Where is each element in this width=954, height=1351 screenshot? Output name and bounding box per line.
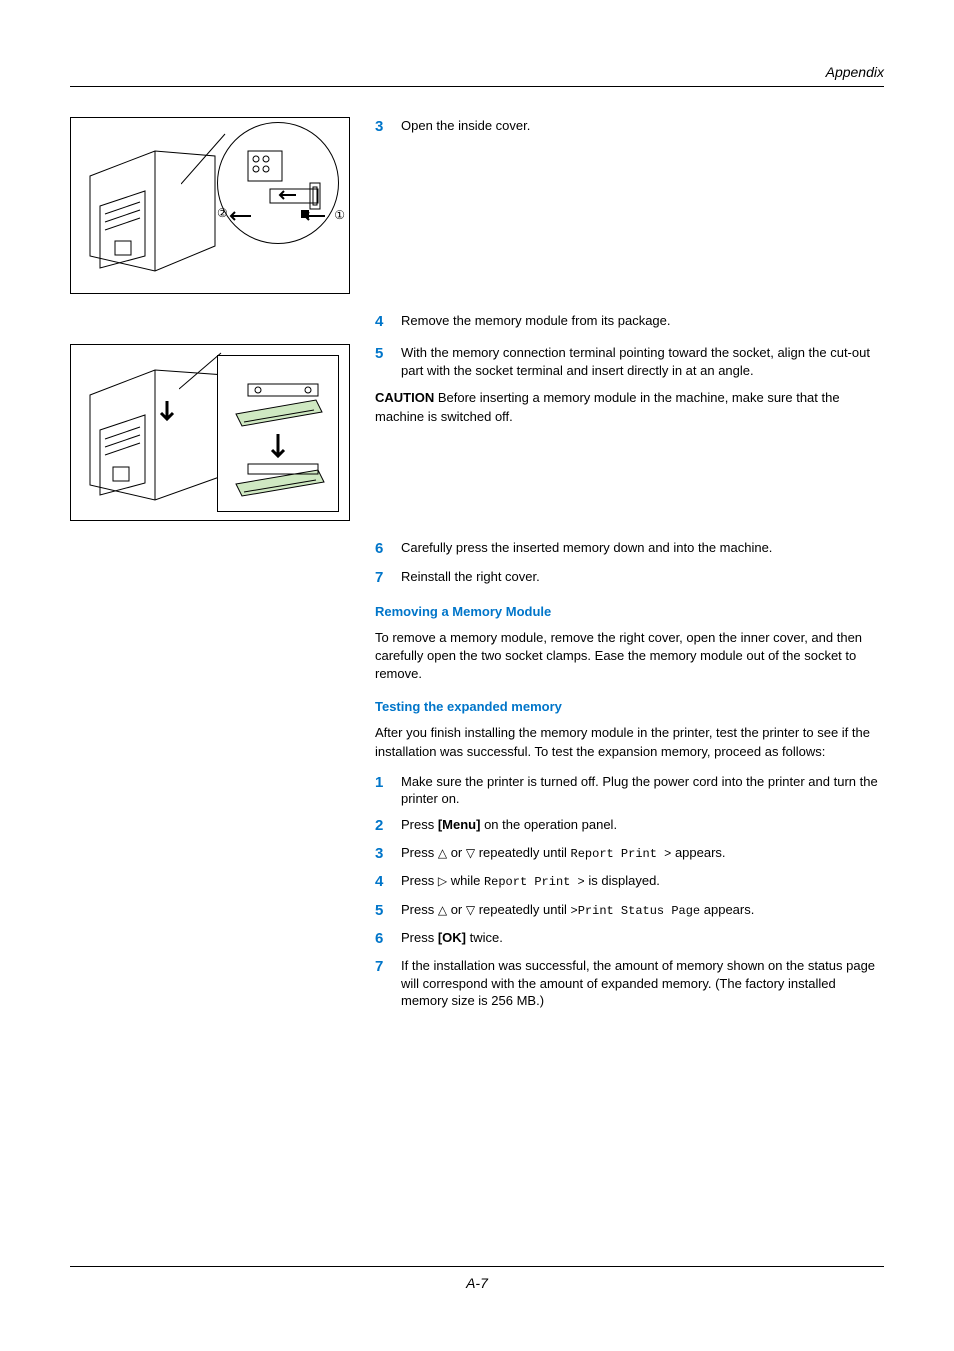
figure-inset-box <box>217 355 339 512</box>
t5c: repeatedly until <box>475 902 570 917</box>
step-number-5: 5 <box>375 344 401 364</box>
t5a: Press <box>401 902 438 917</box>
test-step-number-2: 2 <box>375 816 401 836</box>
header-section-title: Appendix <box>826 64 884 80</box>
t6b: twice. <box>466 930 503 945</box>
step-5: 5 With the memory connection terminal po… <box>375 344 884 379</box>
figure-insert-memory <box>70 344 350 521</box>
test-step-number-1: 1 <box>375 773 401 793</box>
step-4: 4 Remove the memory module from its pack… <box>375 312 884 332</box>
step-text-3: Open the inside cover. <box>401 117 884 135</box>
test-step-number-3: 3 <box>375 844 401 864</box>
block-step5: 5 With the memory connection terminal po… <box>70 344 884 521</box>
para-testing-intro: After you finish installing the memory m… <box>375 724 884 760</box>
test-step-text-1: Make sure the printer is turned off. Plu… <box>401 773 884 808</box>
code-report-print: Report Print > <box>571 847 672 861</box>
step-number-6: 6 <box>375 539 401 559</box>
latch-marker-icon <box>301 210 309 218</box>
t4a: Press <box>401 873 438 888</box>
arrow-down-icon <box>157 399 177 427</box>
block-step6-7: 6 Carefully press the inserted memory do… <box>70 539 884 1017</box>
test-step-3: 3 Press △ or ▽ repeatedly until Report P… <box>375 844 884 864</box>
up-triangle-icon-2: △ <box>438 903 447 917</box>
code-report-print-2: Report Print > <box>484 875 585 889</box>
step-text-7: Reinstall the right cover. <box>401 568 884 586</box>
t3d: appears. <box>671 845 725 860</box>
code-print-status: >Print Status Page <box>571 904 701 918</box>
test-step-text-4: Press ▷ while Report Print > is displaye… <box>401 872 884 890</box>
arrow-left-icon <box>227 210 253 222</box>
down-triangle-icon-2: ▽ <box>466 903 475 917</box>
page-header: Appendix <box>70 64 884 87</box>
leader-line2-icon <box>179 347 229 397</box>
test-step-4: 4 Press ▷ while Report Print > is displa… <box>375 872 884 892</box>
t3b: or <box>447 845 466 860</box>
step-6: 6 Carefully press the inserted memory do… <box>375 539 884 559</box>
test-step-number-5: 5 <box>375 901 401 921</box>
t4c: is displayed. <box>585 873 660 888</box>
step3-text-col: 3 Open the inside cover. <box>365 117 884 145</box>
figure-1-col: ① ② <box>70 117 365 294</box>
step-number-4: 4 <box>375 312 401 332</box>
caution-label: CAUTION <box>375 390 434 405</box>
test-step-text-3: Press △ or ▽ repeatedly until Report Pri… <box>401 844 884 862</box>
test-step-2: 2 Press [Menu] on the operation panel. <box>375 816 884 836</box>
block-step4: 4 Remove the memory module from its pack… <box>70 312 884 340</box>
step-3: 3 Open the inside cover. <box>375 117 884 137</box>
memory-insert-icon <box>218 356 338 511</box>
test-step-text-2: Press [Menu] on the operation panel. <box>401 816 884 834</box>
t2b: on the operation panel. <box>480 817 617 832</box>
test-step-number-4: 4 <box>375 872 401 892</box>
test-step-text-6: Press [OK] twice. <box>401 929 884 947</box>
test-step-7: 7 If the installation was successful, th… <box>375 957 884 1010</box>
step-number-7: 7 <box>375 568 401 588</box>
menu-key-label: [Menu] <box>438 817 481 832</box>
figure-open-cover: ① ② <box>70 117 350 294</box>
step5-text-col: 5 With the memory connection terminal po… <box>365 344 884 437</box>
test-step-text-5: Press △ or ▽ repeatedly until >Print Sta… <box>401 901 884 919</box>
t5b: or <box>447 902 466 917</box>
heading-testing: Testing the expanded memory <box>375 699 884 714</box>
test-step-5: 5 Press △ or ▽ repeatedly until >Print S… <box>375 901 884 921</box>
test-step-number-7: 7 <box>375 957 401 977</box>
para-removing: To remove a memory module, remove the ri… <box>375 629 884 684</box>
t6a: Press <box>401 930 438 945</box>
test-step-1: 1 Make sure the printer is turned off. P… <box>375 773 884 808</box>
t3c: repeatedly until <box>475 845 570 860</box>
page-number: A-7 <box>466 1275 488 1291</box>
leader-line-icon <box>181 126 241 196</box>
callout-1: ① <box>334 208 345 222</box>
test-step-text-7: If the installation was successful, the … <box>401 957 884 1010</box>
ok-key-label: [OK] <box>438 930 466 945</box>
caution-note: CAUTION Before inserting a memory module… <box>375 389 884 425</box>
block-step3: ① ② <box>70 117 884 294</box>
down-triangle-icon: ▽ <box>466 846 475 860</box>
step-text-6: Carefully press the inserted memory down… <box>401 539 884 557</box>
test-step-6: 6 Press [OK] twice. <box>375 929 884 949</box>
test-step-number-6: 6 <box>375 929 401 949</box>
t2a: Press <box>401 817 438 832</box>
heading-removing: Removing a Memory Module <box>375 604 884 619</box>
step-text-4: Remove the memory module from its packag… <box>401 312 884 330</box>
right-triangle-icon: ▷ <box>438 874 447 888</box>
t4b: while <box>447 873 484 888</box>
page: Appendix <box>0 0 954 1351</box>
content-area: ① ② <box>70 117 884 1022</box>
t3a: Press <box>401 845 438 860</box>
figure-2-col <box>70 344 365 521</box>
caution-text: Before inserting a memory module in the … <box>375 390 840 423</box>
step-7: 7 Reinstall the right cover. <box>375 568 884 588</box>
t5d: appears. <box>700 902 754 917</box>
up-triangle-icon: △ <box>438 846 447 860</box>
step-text-5: With the memory connection terminal poin… <box>401 344 884 379</box>
page-footer: A-7 <box>70 1266 884 1291</box>
step-number-3: 3 <box>375 117 401 137</box>
